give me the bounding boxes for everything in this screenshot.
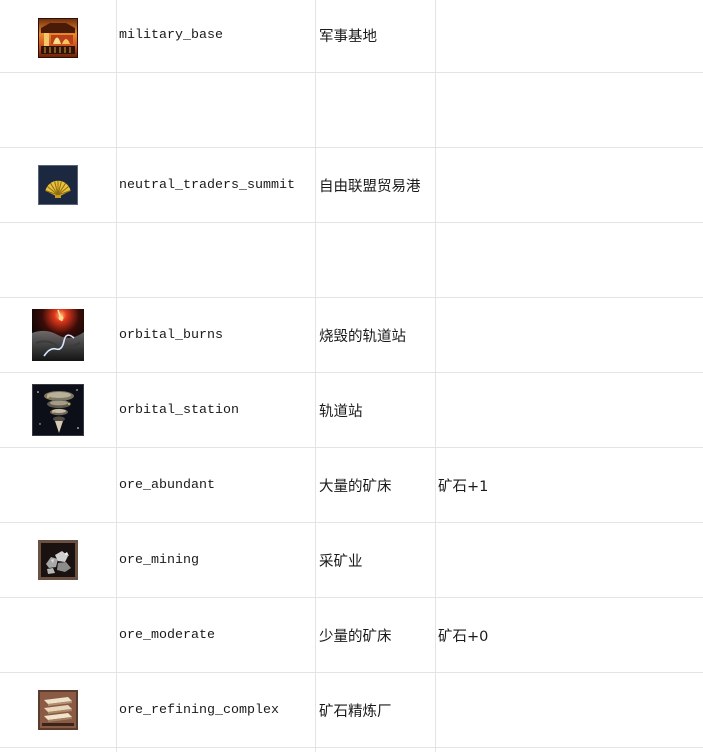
- icon-cell: [0, 448, 116, 522]
- id-cell: military_base: [119, 0, 313, 72]
- table-row: military_base 军事基地: [0, 0, 703, 73]
- name-cell: 烧毁的轨道站: [319, 298, 433, 372]
- item-name: 烧毁的轨道站: [319, 328, 406, 345]
- table-row: neutral_traders_summit 自由联盟贸易港: [0, 148, 703, 223]
- shell-icon: [38, 165, 78, 205]
- effect-cell: [438, 0, 700, 72]
- effect-cell: [438, 298, 700, 372]
- table-row: [0, 73, 703, 148]
- id-cell: ore_abundant: [119, 448, 313, 522]
- item-id: ore_mining: [119, 552, 199, 568]
- id-cell: [119, 223, 313, 297]
- ore-refining-icon: [38, 690, 78, 730]
- effect-cell: [438, 673, 700, 747]
- name-cell: 自由联盟贸易港: [319, 148, 433, 222]
- effect-cell: [438, 73, 700, 147]
- name-cell: 采矿业: [319, 523, 433, 597]
- item-effect: 矿石+0: [438, 628, 489, 645]
- id-cell: ore_refining_complex: [119, 673, 313, 747]
- effect-cell: 矿石+0: [438, 598, 700, 672]
- orbital-station-icon: [32, 384, 84, 436]
- item-id: ore_abundant: [119, 477, 215, 493]
- table-row: orbital_station 轨道站: [0, 373, 703, 448]
- name-cell: 大量的矿床: [319, 448, 433, 522]
- item-id: orbital_burns: [119, 327, 223, 343]
- item-name: 采矿业: [319, 553, 363, 570]
- table-row: ore_abundant 大量的矿床 矿石+1: [0, 448, 703, 523]
- effect-cell: [438, 223, 700, 297]
- icon-cell: [0, 523, 116, 597]
- item-id: ore_refining_complex: [119, 702, 279, 718]
- item-id: neutral_traders_summit: [119, 177, 295, 193]
- name-cell: 矿石精炼厂: [319, 673, 433, 747]
- military-base-icon: [38, 18, 78, 58]
- effect-cell: [438, 523, 700, 597]
- id-cell: neutral_traders_summit: [119, 148, 313, 222]
- table-row: orbital_burns 烧毁的轨道站: [0, 298, 703, 373]
- table-row: ore_refining_complex 矿石精炼厂: [0, 673, 703, 748]
- item-name: 轨道站: [319, 403, 363, 420]
- item-name: 军事基地: [319, 28, 377, 45]
- item-name: 大量的矿床: [319, 478, 392, 495]
- icon-cell: [0, 0, 116, 72]
- effect-cell: [438, 373, 700, 447]
- data-table: military_base 军事基地 neutral_traders_summi…: [0, 0, 703, 752]
- item-id: military_base: [119, 27, 223, 43]
- orbital-burns-icon: [32, 309, 84, 361]
- table-row: [0, 223, 703, 298]
- icon-cell: [0, 223, 116, 297]
- effect-cell: [438, 148, 700, 222]
- icon-cell: [0, 373, 116, 447]
- effect-cell: 矿石+1: [438, 448, 700, 522]
- icon-cell: [0, 298, 116, 372]
- item-name: 自由联盟贸易港: [319, 178, 421, 195]
- item-effect: 矿石+1: [438, 478, 489, 495]
- id-cell: ore_moderate: [119, 598, 313, 672]
- icon-cell: [0, 148, 116, 222]
- icon-cell: [0, 73, 116, 147]
- icon-cell: [0, 598, 116, 672]
- icon-cell: [0, 673, 116, 747]
- id-cell: ore_mining: [119, 523, 313, 597]
- name-cell: [319, 223, 433, 297]
- name-cell: [319, 73, 433, 147]
- table-row: ore_moderate 少量的矿床 矿石+0: [0, 598, 703, 673]
- item-id: orbital_station: [119, 402, 239, 418]
- item-name: 少量的矿床: [319, 628, 392, 645]
- name-cell: 军事基地: [319, 0, 433, 72]
- name-cell: 少量的矿床: [319, 598, 433, 672]
- table-row: ore_mining 采矿业: [0, 523, 703, 598]
- item-name: 矿石精炼厂: [319, 703, 392, 720]
- id-cell: [119, 73, 313, 147]
- item-id: ore_moderate: [119, 627, 215, 643]
- name-cell: 轨道站: [319, 373, 433, 447]
- ore-mining-icon: [38, 540, 78, 580]
- id-cell: orbital_station: [119, 373, 313, 447]
- id-cell: orbital_burns: [119, 298, 313, 372]
